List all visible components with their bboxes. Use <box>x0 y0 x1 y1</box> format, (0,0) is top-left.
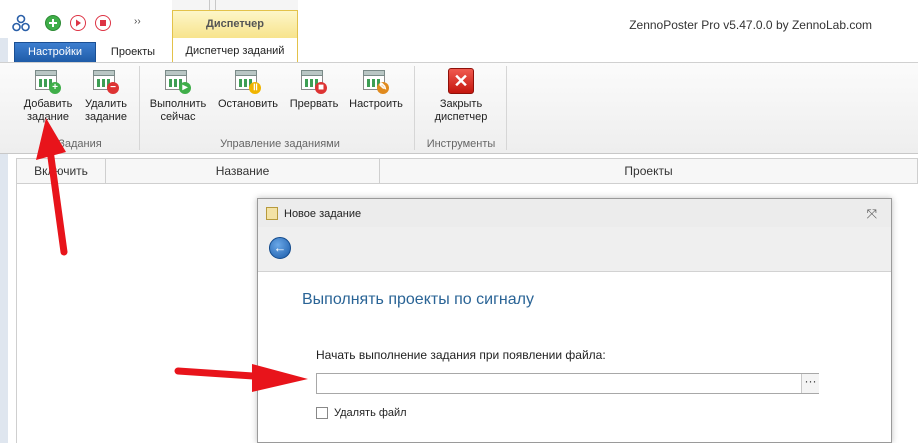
add-task-label-2: задание <box>26 111 70 123</box>
stop-button[interactable]: ॥ Остановить <box>214 68 282 111</box>
column-enable[interactable]: Включить <box>17 159 106 183</box>
calendar-add-icon: + <box>35 68 61 94</box>
group-label-tasks: Задания <box>58 138 102 150</box>
ribbon-separator <box>414 66 415 150</box>
tab-task-manager[interactable]: Диспетчер заданий <box>172 38 298 63</box>
dialog-nav-bar: ← <box>258 227 891 272</box>
dialog-heading: Выполнять проекты по сигналу <box>302 291 534 308</box>
configure-label: Настроить <box>349 98 403 110</box>
column-name[interactable]: Название <box>106 159 380 183</box>
delete-task-label-1: Удалить <box>85 98 127 110</box>
delete-task-label-2: задание <box>84 111 128 123</box>
context-tab-dispatcher: Диспетчер <box>172 10 298 39</box>
tab-settings[interactable]: Настройки <box>14 42 96 62</box>
back-arrow-icon[interactable]: ← <box>269 237 291 259</box>
task-grid-header: Включить Название Проекты <box>16 158 918 184</box>
quick-access-more-icon[interactable]: ›› <box>134 16 141 27</box>
close-dispatcher-button[interactable]: ✕ Закрыть диспетчер <box>426 68 496 124</box>
file-trigger-label: Начать выполнение задания при появлении … <box>316 348 606 362</box>
quick-play-icon[interactable] <box>70 15 86 31</box>
divider <box>215 0 216 10</box>
abort-label: Прервать <box>289 98 339 110</box>
run-now-button[interactable]: ▸ Выполнить сейчас <box>148 68 208 124</box>
stop-label: Остановить <box>217 98 279 110</box>
group-label-task-management: Управление заданиями <box>220 138 340 150</box>
calendar-pause-icon: ॥ <box>235 68 261 94</box>
ribbon-separator <box>139 66 140 150</box>
divider <box>209 0 210 10</box>
delete-task-button[interactable]: − Удалить задание <box>80 68 132 124</box>
add-task-button[interactable]: + Добавить задание <box>20 68 76 124</box>
close-dispatcher-label-2: диспетчер <box>434 111 488 123</box>
calendar-edit-icon: ✎ <box>363 68 389 94</box>
ribbon-separator <box>506 66 507 150</box>
close-red-icon: ✕ <box>448 68 474 94</box>
calendar-delete-icon: − <box>93 68 119 94</box>
configure-button[interactable]: ✎ Настроить <box>346 68 406 111</box>
new-task-dialog: Новое задание ⤧ ← Выполнять проекты по с… <box>257 198 892 443</box>
tab-projects[interactable]: Проекты <box>100 42 166 62</box>
quick-add-icon[interactable] <box>45 15 61 31</box>
file-path-input[interactable] <box>316 373 819 394</box>
close-dispatcher-label-1: Закрыть <box>439 98 483 110</box>
delete-file-checkbox[interactable] <box>316 407 328 419</box>
column-projects[interactable]: Проекты <box>380 159 917 183</box>
dialog-title-bar: Новое задание ⤧ <box>258 199 891 227</box>
context-tab-top <box>172 0 298 10</box>
quick-stop-icon[interactable] <box>95 15 111 31</box>
calendar-play-icon: ▸ <box>165 68 191 94</box>
browse-file-button[interactable]: ··· <box>801 374 819 393</box>
add-task-label-1: Добавить <box>23 98 73 110</box>
delete-file-label: Удалять файл <box>334 407 407 419</box>
abort-button[interactable]: ■ Прервать <box>286 68 342 111</box>
group-label-tools: Инструменты <box>426 138 496 150</box>
run-now-label-2: сейчас <box>160 111 196 123</box>
app-logo-icon <box>12 14 30 32</box>
dialog-maximize-icon[interactable]: ⤧ <box>867 206 877 222</box>
run-now-label-1: Выполнить <box>149 98 207 110</box>
dialog-title: Новое задание <box>284 208 362 220</box>
calendar-stop-icon: ■ <box>301 68 327 94</box>
app-title: ZennoPoster Pro v5.47.0.0 by ZennoLab.co… <box>629 18 872 32</box>
dialog-task-icon <box>266 207 278 220</box>
